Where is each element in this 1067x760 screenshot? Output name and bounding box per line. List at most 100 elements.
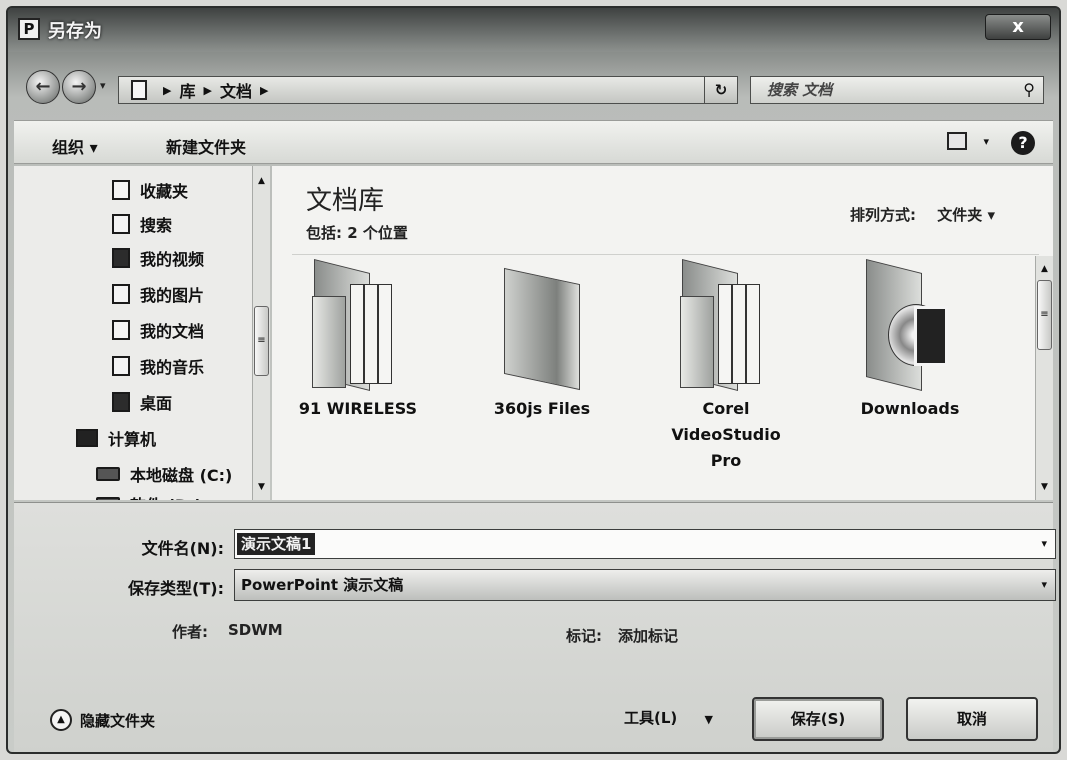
hide-folders-label: 隐藏文件夹 bbox=[80, 711, 156, 730]
hide-folders-button[interactable]: ▲ 隐藏文件夹 bbox=[50, 709, 155, 731]
sidebar-item-label: 本地磁盘 (C:) bbox=[130, 466, 233, 485]
forward-button[interactable]: → bbox=[62, 70, 96, 104]
chevron-right-icon[interactable]: ▶ bbox=[203, 84, 211, 97]
sidebar-item-drive-c[interactable]: 本地磁盘 (C:) bbox=[96, 462, 232, 486]
file-list-scrollbar[interactable]: ▲ ≡ ▼ bbox=[1035, 256, 1053, 500]
scroll-up-icon[interactable]: ▲ bbox=[254, 174, 269, 188]
sidebar-item-label: 我的文档 bbox=[140, 322, 205, 341]
back-button[interactable]: ← bbox=[26, 70, 60, 104]
sidebar-item-documents[interactable]: 我的文档 bbox=[112, 318, 204, 342]
author-value[interactable]: SDWM bbox=[228, 621, 283, 639]
favorites-icon bbox=[112, 180, 130, 200]
divider bbox=[292, 254, 1039, 255]
scroll-thumb[interactable]: ≡ bbox=[254, 306, 269, 376]
search-icon[interactable]: ⚲ bbox=[1023, 77, 1035, 103]
tools-label: 工具(L) bbox=[624, 709, 678, 727]
drive-icon bbox=[96, 497, 120, 500]
organize-menu[interactable]: 组织 ▾ bbox=[52, 134, 98, 158]
tags-value[interactable]: 添加标记 bbox=[618, 625, 678, 646]
search-folder-icon bbox=[112, 214, 130, 234]
folder-item[interactable]: Downloads bbox=[830, 259, 990, 422]
cancel-button[interactable]: 取消 bbox=[906, 697, 1038, 741]
sidebar-item-music[interactable]: 我的音乐 bbox=[112, 354, 204, 378]
dialog-title: 另存为 bbox=[48, 21, 102, 42]
breadcrumb-documents[interactable]: 文档 bbox=[220, 78, 252, 102]
chevron-down-icon[interactable]: ▾ bbox=[1041, 570, 1047, 600]
tools-menu[interactable]: 工具(L) ▼ bbox=[624, 707, 713, 728]
library-title: 文档库 bbox=[306, 186, 385, 216]
scroll-down-icon[interactable]: ▼ bbox=[254, 480, 269, 494]
sidebar-item-pictures[interactable]: 我的图片 bbox=[112, 282, 204, 306]
history-dropdown-icon[interactable]: ▾ bbox=[100, 79, 106, 92]
sidebar-item-videos[interactable]: 我的视频 bbox=[112, 246, 204, 270]
drive-icon bbox=[96, 467, 120, 481]
chevron-down-icon[interactable]: ▾ bbox=[1041, 530, 1047, 558]
title-bar: P 另存为 x bbox=[8, 8, 1059, 52]
folder-item[interactable]: 91 WIRELESS bbox=[278, 259, 438, 422]
search-input[interactable]: 搜索 文档 ⚲ bbox=[750, 76, 1044, 104]
computer-icon bbox=[76, 429, 98, 447]
save-as-dialog: P 另存为 x ← → ▾ ▶ 库 ▶ 文档 ▶ ▾ ↻ 搜索 文档 ⚲ 组织 … bbox=[6, 6, 1061, 754]
folder-item[interactable]: Corel VideoStudio Pro bbox=[646, 259, 806, 474]
sidebar-item-label: 软件 (D:) bbox=[130, 492, 202, 500]
help-icon[interactable]: ? bbox=[1011, 131, 1035, 155]
save-options-panel: 文件名(N): 演示文稿1 ▾ 保存类型(T): PowerPoint 演示文稿… bbox=[14, 502, 1056, 752]
folder-name: 360js Files bbox=[493, 399, 591, 418]
library-locations-link[interactable]: 包括: 2 个位置 bbox=[306, 222, 408, 243]
command-toolbar: 组织 ▾ 新建文件夹 ▾ ? bbox=[14, 120, 1053, 164]
sidebar-item-label: 我的音乐 bbox=[140, 358, 205, 377]
sidebar-item-label: 计算机 bbox=[108, 430, 157, 449]
documents-icon bbox=[112, 320, 130, 340]
music-icon bbox=[112, 356, 130, 376]
folder-icon bbox=[862, 259, 958, 391]
filename-label: 文件名(N): bbox=[141, 539, 224, 558]
view-dropdown-icon[interactable]: ▾ bbox=[983, 135, 989, 148]
close-button[interactable]: x bbox=[985, 14, 1051, 40]
folder-icon bbox=[678, 259, 774, 391]
sidebar-item-label: 我的视频 bbox=[140, 250, 205, 269]
sidebar-item-drive-d[interactable]: 软件 (D:) bbox=[96, 492, 202, 500]
address-bar[interactable]: ▶ 库 ▶ 文档 ▶ ▾ bbox=[118, 76, 730, 104]
sidebar-item-favorites[interactable]: 收藏夹 bbox=[112, 178, 188, 202]
filetype-value: PowerPoint 演示文稿 bbox=[241, 576, 404, 594]
sidebar-item-desktop[interactable]: 桌面 bbox=[112, 390, 172, 414]
chevron-right-icon[interactable]: ▶ bbox=[163, 84, 171, 97]
filename-field[interactable]: 演示文稿1 ▾ bbox=[234, 529, 1056, 559]
file-list-pane: 文档库 包括: 2 个位置 排列方式: 文件夹 ▾ 91 WIRELESS 36… bbox=[272, 166, 1053, 500]
folder-icon bbox=[310, 259, 406, 391]
search-placeholder: 搜索 文档 bbox=[767, 81, 833, 99]
author-label: 作者: bbox=[172, 623, 208, 641]
desktop-icon bbox=[112, 392, 130, 412]
address-row: ← → ▾ ▶ 库 ▶ 文档 ▶ ▾ ↻ 搜索 文档 ⚲ bbox=[8, 66, 1059, 106]
scroll-up-icon[interactable]: ▲ bbox=[1037, 262, 1052, 276]
sidebar-item-computer[interactable]: 计算机 bbox=[76, 426, 156, 450]
scroll-down-icon[interactable]: ▼ bbox=[1037, 480, 1052, 494]
scroll-thumb[interactable]: ≡ bbox=[1037, 280, 1052, 350]
filename-value: 演示文稿1 bbox=[237, 533, 316, 555]
folder-name: Corel VideoStudio Pro bbox=[671, 399, 781, 470]
folder-name: Downloads bbox=[860, 399, 960, 418]
chevron-up-icon: ▲ bbox=[50, 709, 72, 731]
folder-icon bbox=[494, 266, 590, 391]
arrange-dropdown[interactable]: 文件夹 ▾ bbox=[937, 206, 995, 224]
sidebar-item-label: 桌面 bbox=[140, 394, 173, 413]
refresh-button[interactable]: ↻ bbox=[704, 76, 738, 104]
arrange-label: 排列方式: bbox=[850, 206, 916, 224]
filetype-select[interactable]: PowerPoint 演示文稿 ▾ bbox=[234, 569, 1056, 601]
new-folder-button[interactable]: 新建文件夹 bbox=[166, 134, 246, 158]
chevron-right-icon[interactable]: ▶ bbox=[260, 84, 268, 97]
chevron-down-icon: ▼ bbox=[704, 713, 713, 726]
folder-item[interactable]: 360js Files bbox=[462, 266, 622, 422]
filetype-label: 保存类型(T): bbox=[128, 579, 224, 598]
save-button[interactable]: 保存(S) bbox=[752, 697, 884, 741]
sidebar-item-search[interactable]: 搜索 bbox=[112, 212, 172, 236]
view-options-icon[interactable] bbox=[947, 132, 967, 150]
breadcrumb-libraries[interactable]: 库 bbox=[179, 78, 195, 102]
sidebar-scrollbar[interactable]: ▲ ≡ ▼ bbox=[252, 166, 270, 500]
arrange-by: 排列方式: 文件夹 ▾ bbox=[850, 204, 995, 225]
sidebar-item-label: 收藏夹 bbox=[140, 182, 189, 201]
pictures-icon bbox=[112, 284, 130, 304]
folder-name: 91 WIRELESS bbox=[298, 399, 418, 418]
navigation-pane: 收藏夹 搜索 我的视频 我的图片 我的文档 我的音乐 桌面 计算机 本地磁盘 (… bbox=[14, 166, 254, 500]
powerpoint-app-icon: P bbox=[18, 18, 40, 40]
